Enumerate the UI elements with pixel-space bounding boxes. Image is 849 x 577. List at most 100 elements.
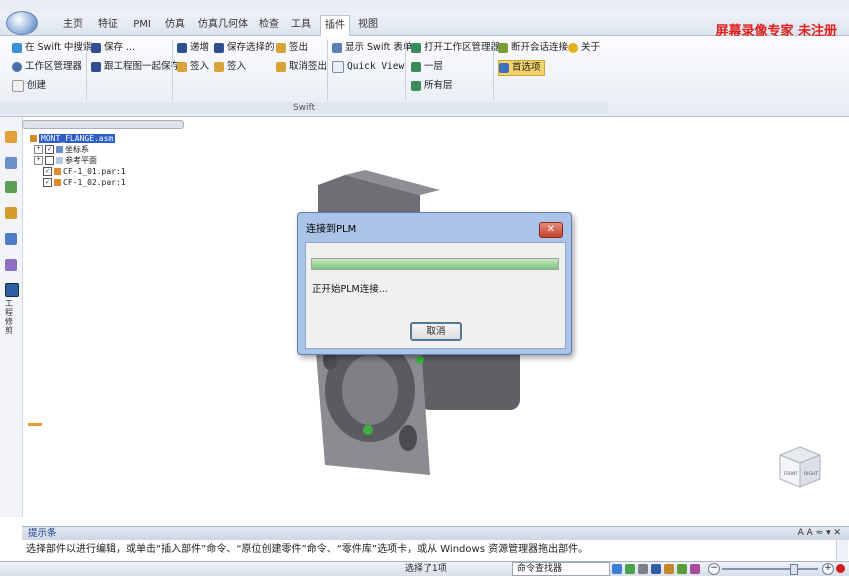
hint-bar-controls[interactable]: A A ≈ ▾ ✕ [798, 527, 841, 540]
rotate-icon[interactable] [664, 564, 674, 574]
expand-icon[interactable]: + [34, 145, 43, 154]
expand-icon[interactable]: + [34, 156, 43, 165]
folder-icon [214, 61, 224, 72]
tab-inspect[interactable]: 检查 [256, 17, 282, 33]
left-toolbar: 工程修剪 [0, 117, 23, 517]
side-tab-label[interactable]: 工程修剪 [5, 299, 17, 335]
tab-view[interactable]: 视图 [355, 17, 381, 33]
workspace-icon [411, 42, 421, 53]
checkbox[interactable]: ✓ [43, 167, 52, 176]
pan-icon[interactable] [651, 564, 661, 574]
checkout-button[interactable]: 签出 [276, 41, 308, 55]
folder-icon [276, 61, 286, 72]
ribbon-separator [86, 40, 87, 100]
tab-pmi[interactable]: PMI [130, 17, 154, 33]
record-icon [836, 564, 845, 573]
ribbon-tabs: 主页 特征 PMI 仿真 仿真几何体 检查 工具 插件 视图 屏幕录像专家 未注… [0, 11, 849, 39]
tab-home[interactable]: 主页 [60, 17, 86, 33]
create-button[interactable]: 创建 [12, 79, 46, 93]
view-orientation-icon[interactable] [677, 564, 687, 574]
ribbon-panel: 在 Swift 中搜索 工作区管理器 创建 保存 ... 跟工程图一起保存 递增… [0, 36, 849, 117]
checkin-button[interactable]: 签入 [177, 60, 209, 74]
structure-icon[interactable] [5, 181, 17, 193]
search-icon [12, 42, 22, 53]
plane-icon [56, 157, 63, 164]
tree-root[interactable]: MONT_FLANGE.asm [30, 133, 126, 144]
folder-icon [177, 61, 187, 72]
hint-bar: 选择部件以进行编辑，或单击“插入部件”命令、“原位创建零件”命令、“零件库”选项… [22, 540, 849, 560]
sensors-icon[interactable] [5, 233, 17, 245]
parts-library-icon[interactable] [5, 207, 17, 219]
application-menu-button[interactable] [6, 11, 38, 35]
document-icon [12, 79, 24, 92]
zoom-area-icon[interactable] [625, 564, 635, 574]
bolt-hole [399, 425, 417, 451]
increment-button[interactable]: 递增 [177, 41, 209, 55]
save-button[interactable]: 保存 ... [91, 41, 135, 55]
cancel-button[interactable]: 取消 [410, 322, 462, 341]
zoom-icon[interactable] [638, 564, 648, 574]
zoom-in-button[interactable]: + [822, 563, 834, 575]
tab-simulation-geometry[interactable]: 仿真几何体 [196, 17, 250, 33]
zoom-out-button[interactable]: − [708, 563, 720, 575]
zoom-slider-handle[interactable] [790, 564, 798, 575]
layers-icon[interactable] [5, 157, 17, 169]
ribbon-separator [405, 40, 406, 100]
assembly-icon[interactable] [5, 131, 17, 143]
one-level-button[interactable]: 一层 [411, 60, 443, 74]
gear-icon [12, 61, 22, 72]
open-workspace-manager-button[interactable]: 打开工作区管理器 [411, 41, 500, 55]
tab-tools[interactable]: 工具 [288, 17, 314, 33]
dialog-body: 正开始PLM连接... 取消 [305, 242, 566, 349]
preferences-icon [499, 62, 509, 73]
form-icon [332, 42, 342, 53]
save-selected-button[interactable]: 保存选择的 [214, 41, 275, 55]
view-cube-front: FRONT [784, 471, 798, 476]
preferences-button[interactable]: 首选项 [498, 60, 545, 76]
shading-icon[interactable] [690, 564, 700, 574]
engineering-icon[interactable] [5, 283, 19, 297]
tree-item-part-2[interactable]: ✓ CF-1_02.par:1 [30, 177, 126, 188]
pane-scrollbar[interactable] [22, 120, 184, 129]
tree-item-reference-planes[interactable]: + 参考平面 [30, 155, 126, 166]
level-icon [411, 61, 421, 72]
show-swift-form-button[interactable]: 显示 Swift 表单 [332, 41, 412, 55]
command-finder-input[interactable]: 命令查找器 [512, 562, 610, 576]
all-levels-button[interactable]: 所有层 [411, 79, 453, 93]
checkbox[interactable]: ✓ [43, 178, 52, 187]
tree-item-coordinate[interactable]: + ✓ 坐标系 [30, 144, 126, 155]
assembly-icon [30, 135, 37, 142]
green-marker [416, 356, 424, 364]
selection-count: 选择了1项 [405, 564, 447, 574]
status-bar: 选择了1项 命令查找器 − + [0, 561, 849, 576]
checkin-selected-button[interactable]: 签入 [214, 60, 246, 74]
tab-simulation[interactable]: 仿真 [162, 17, 188, 33]
checkbox[interactable]: ✓ [45, 145, 54, 154]
disconnect-icon [498, 42, 508, 53]
fit-icon[interactable] [612, 564, 622, 574]
tab-features[interactable]: 特征 [95, 17, 121, 33]
search-in-swift-button[interactable]: 在 Swift 中搜索 [12, 41, 92, 55]
quick-view-button[interactable]: Quick View [332, 60, 404, 74]
checkbox[interactable] [45, 156, 54, 165]
part-icon [54, 179, 61, 186]
hint-bar-header: 提示条 A A ≈ ▾ ✕ [22, 526, 849, 540]
hint-scrollbar[interactable] [836, 540, 848, 560]
about-button[interactable]: 关于 [568, 41, 600, 55]
selection-icon[interactable] [5, 259, 17, 271]
workspace-manager-button[interactable]: 工作区管理器 [12, 60, 82, 74]
disconnect-session-button[interactable]: 断开会话连接 [498, 41, 568, 55]
assembly-tree: MONT_FLANGE.asm + ✓ 坐标系 + 参考平面 ✓ CF-1_01.par… [30, 133, 126, 188]
tree-item-part-1[interactable]: ✓ CF-1_01.par:1 [30, 166, 126, 177]
view-cube[interactable]: FRONT RIGHT [778, 445, 822, 489]
zoom-slider[interactable] [722, 568, 818, 570]
save-with-drawing-button[interactable]: 跟工程图一起保存 [91, 60, 180, 74]
save-icon [91, 42, 101, 53]
close-button[interactable]: ✕ [539, 222, 563, 238]
title-bar [0, 0, 849, 13]
folder-icon [276, 42, 286, 53]
save-icon [177, 42, 187, 53]
info-icon [568, 42, 578, 53]
tab-addins[interactable]: 插件 [320, 15, 350, 36]
cancel-checkout-button[interactable]: 取消签出 [276, 60, 327, 74]
